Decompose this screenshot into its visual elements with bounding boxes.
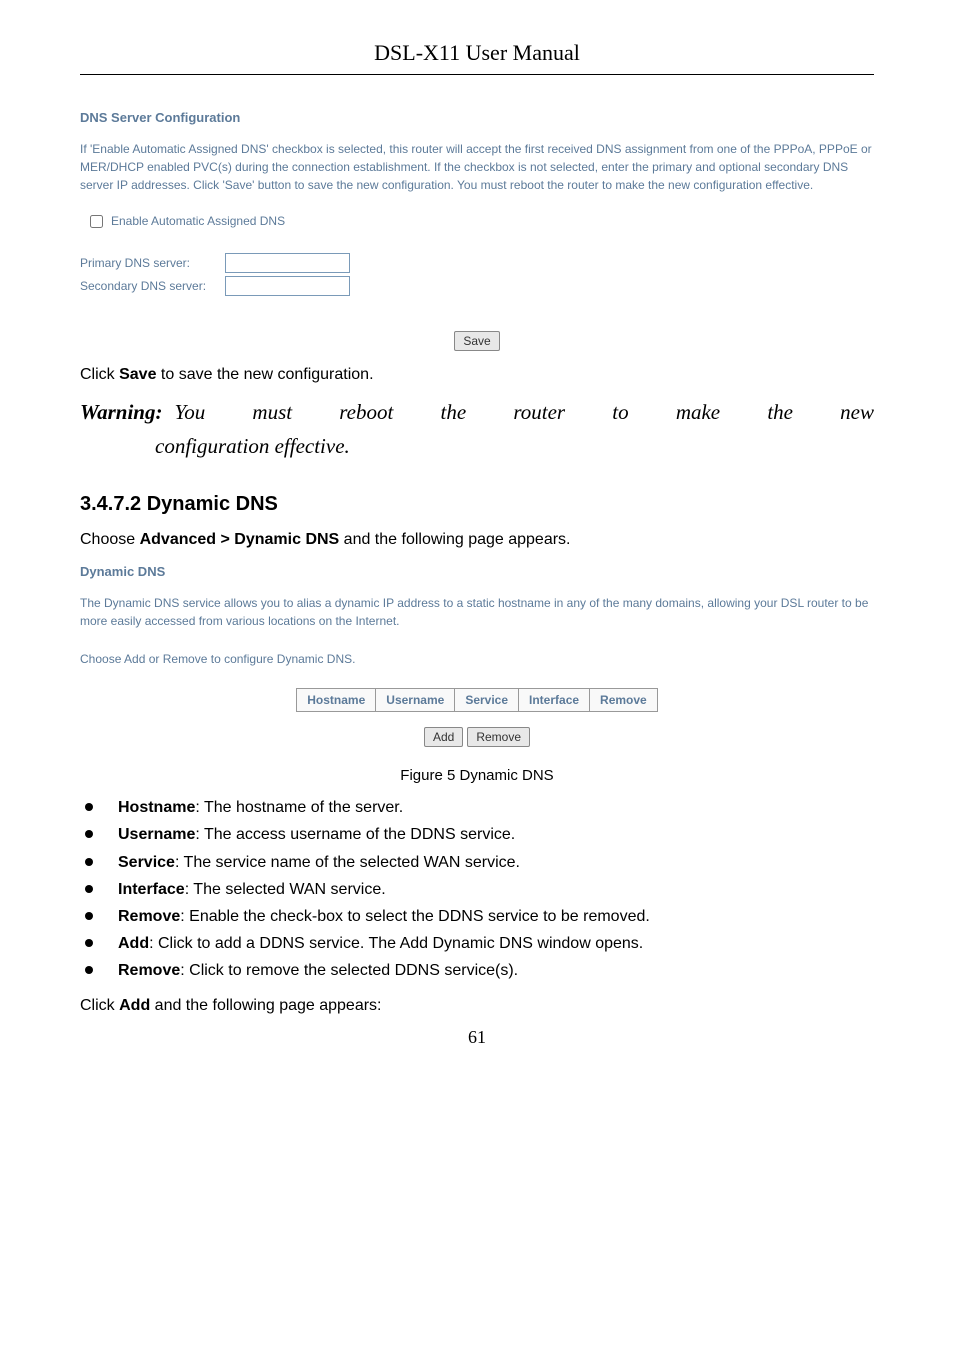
bullet-text: : The access username of the DDNS servic… [195, 826, 515, 843]
list-item: Service: The service name of the selecte… [80, 849, 874, 876]
list-item: Add: Click to add a DDNS service. The Ad… [80, 930, 874, 957]
dns-table: Hostname Username Service Interface Remo… [296, 688, 657, 712]
bullet-bold: Remove [118, 908, 180, 925]
dns-config-heading: DNS Server Configuration [80, 110, 874, 125]
save-note-bold: Save [119, 366, 156, 383]
bullet-bold: Service [118, 854, 175, 871]
save-note-prefix: Click [80, 366, 119, 383]
dynamic-dns-instruction: Choose Add or Remove to configure Dynami… [80, 650, 874, 668]
warning-label: Warning: [80, 400, 162, 424]
dynamic-dns-subheading: Dynamic DNS [80, 564, 874, 579]
th-hostname: Hostname [297, 689, 376, 712]
bullet-icon [85, 803, 93, 811]
bullet-text: : Click to add a DDNS service. The Add D… [149, 935, 643, 952]
auto-dns-checkbox[interactable] [90, 215, 103, 228]
click-add-bold: Add [119, 997, 150, 1014]
th-remove: Remove [590, 689, 658, 712]
add-button[interactable]: Add [424, 727, 463, 747]
bullet-list: Hostname: The hostname of the server. Us… [80, 794, 874, 984]
dns-table-container: Hostname Username Service Interface Remo… [80, 688, 874, 712]
bullet-text: : The service name of the selected WAN s… [175, 854, 520, 871]
remove-button[interactable]: Remove [467, 727, 530, 747]
th-interface: Interface [519, 689, 590, 712]
bullet-bold: Add [118, 935, 149, 952]
list-item: Hostname: The hostname of the server. [80, 794, 874, 821]
page-number: 61 [80, 1027, 874, 1048]
bullet-bold: Username [118, 826, 195, 843]
primary-dns-label: Primary DNS server: [80, 256, 225, 270]
warning-block: Warning: You must reboot the router to m… [80, 396, 874, 463]
list-item: Username: The access username of the DDN… [80, 821, 874, 848]
choose-text: Choose Advanced > Dynamic DNS and the fo… [80, 531, 874, 549]
bullet-icon [85, 858, 93, 866]
secondary-dns-input[interactable] [225, 276, 350, 296]
choose-prefix: Choose [80, 531, 140, 548]
dns-config-description: If 'Enable Automatic Assigned DNS' check… [80, 140, 874, 194]
bullet-text: : Click to remove the selected DDNS serv… [180, 962, 518, 979]
choose-suffix: and the following page appears. [339, 531, 570, 548]
warning-line2: configuration effective. [155, 430, 874, 464]
bullet-bold: Remove [118, 962, 180, 979]
click-add-suffix: and the following page appears: [150, 997, 381, 1014]
list-item: Remove: Enable the check-box to select t… [80, 903, 874, 930]
click-add-text: Click Add and the following page appears… [80, 997, 874, 1015]
save-note-suffix: to save the new configuration. [156, 366, 373, 383]
bullet-icon [85, 966, 93, 974]
secondary-dns-label: Secondary DNS server: [80, 279, 225, 293]
page-header-title: DSL-X11 User Manual [80, 40, 874, 66]
save-button-row: Save [80, 331, 874, 351]
bullet-icon [85, 830, 93, 838]
bullet-text: : The selected WAN service. [185, 881, 386, 898]
auto-dns-checkbox-row: Enable Automatic Assigned DNS [90, 214, 874, 228]
th-service: Service [455, 689, 519, 712]
save-button[interactable]: Save [454, 331, 499, 351]
list-item: Remove: Click to remove the selected DDN… [80, 957, 874, 984]
primary-dns-input[interactable] [225, 253, 350, 273]
th-username: Username [376, 689, 455, 712]
bullet-icon [85, 885, 93, 893]
primary-dns-row: Primary DNS server: [80, 253, 874, 273]
bullet-icon [85, 912, 93, 920]
list-item: Interface: The selected WAN service. [80, 876, 874, 903]
bullet-bold: Hostname [118, 799, 195, 816]
header-divider [80, 74, 874, 75]
bullet-text: : Enable the check-box to select the DDN… [180, 908, 650, 925]
secondary-dns-row: Secondary DNS server: [80, 276, 874, 296]
warning-line1: You must reboot the router to make the n… [174, 396, 874, 430]
choose-bold: Advanced > Dynamic DNS [140, 531, 340, 548]
dynamic-dns-heading: 3.4.7.2 Dynamic DNS [80, 493, 874, 516]
bullet-icon [85, 939, 93, 947]
save-note: Click Save to save the new configuration… [80, 366, 874, 384]
figure-caption: Figure 5 Dynamic DNS [80, 767, 874, 784]
auto-dns-label: Enable Automatic Assigned DNS [111, 214, 285, 228]
bullet-text: : The hostname of the server. [195, 799, 403, 816]
click-add-prefix: Click [80, 997, 119, 1014]
dynamic-dns-description: The Dynamic DNS service allows you to al… [80, 594, 874, 630]
table-header-row: Hostname Username Service Interface Remo… [297, 689, 657, 712]
bullet-bold: Interface [118, 881, 185, 898]
add-remove-button-row: Add Remove [80, 727, 874, 747]
